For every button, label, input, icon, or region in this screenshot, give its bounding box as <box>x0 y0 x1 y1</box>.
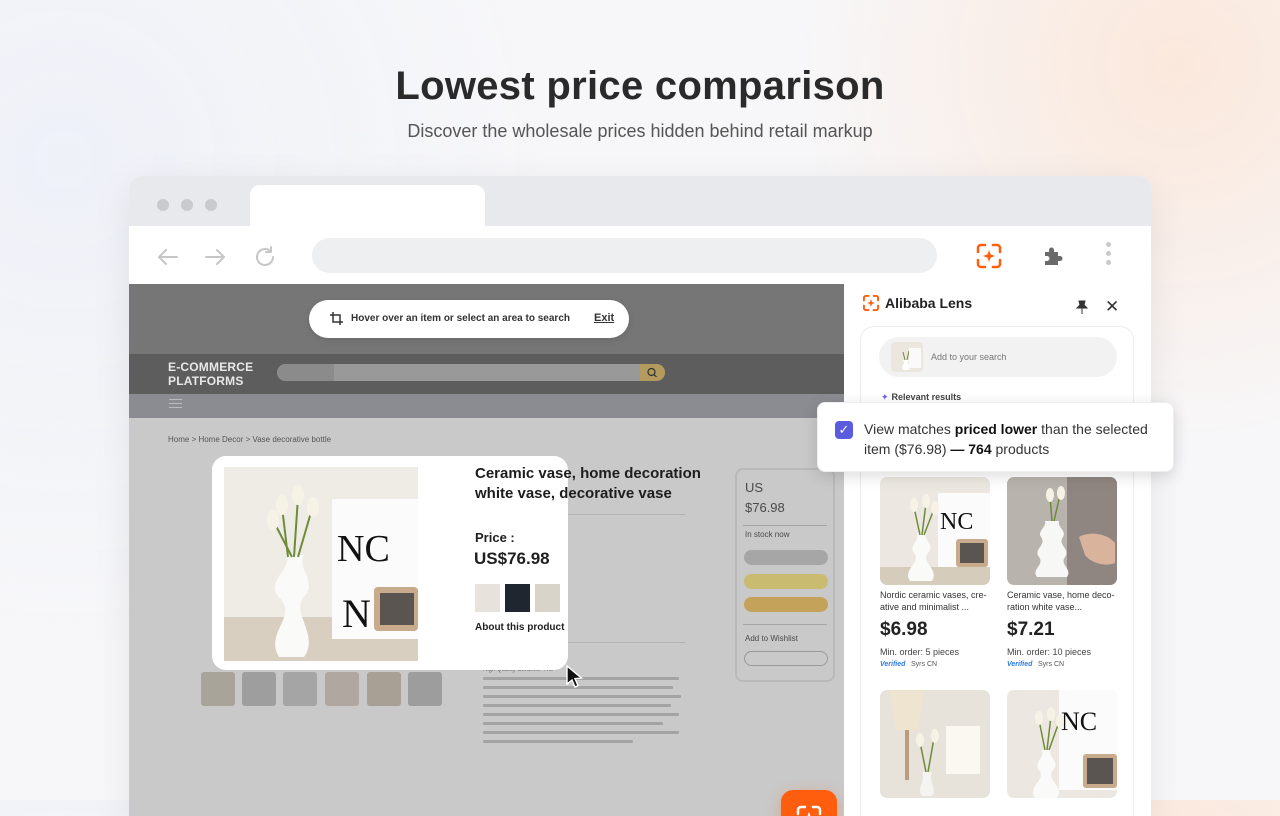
product-price: $6.98 <box>880 619 928 640</box>
wishlist-button[interactable] <box>744 651 828 666</box>
buy-box-button[interactable] <box>744 550 828 565</box>
selected-variant-thumb[interactable] <box>535 584 560 612</box>
product-image <box>1007 477 1117 585</box>
site-header: E-COMMERCE PLATFORMS <box>129 354 844 394</box>
thumbnail[interactable] <box>283 672 317 706</box>
about-product-heading: About this product <box>475 622 565 633</box>
address-bar[interactable] <box>312 238 937 273</box>
browser-window: Hover over an item or select an area to … <box>129 176 1151 816</box>
product-price: $7.21 <box>1007 619 1055 640</box>
svg-text:NC: NC <box>337 528 390 570</box>
reload-icon[interactable] <box>252 244 278 270</box>
filter-suffix: products <box>991 441 1050 457</box>
alibaba-lens-icon[interactable] <box>975 242 1003 275</box>
filter-emphasis: priced lower <box>954 421 1038 437</box>
relevant-results-label: Relevant results <box>891 392 962 402</box>
divider <box>743 624 827 625</box>
browser-toolbar <box>129 226 1151 284</box>
product-image: NC <box>880 477 990 585</box>
selection-corner <box>212 456 231 475</box>
hamburger-icon[interactable] <box>169 399 182 411</box>
site-nav-bar <box>129 394 844 418</box>
thumbnail[interactable] <box>408 672 442 706</box>
selected-variant-thumb[interactable] <box>475 584 500 612</box>
puzzle-icon[interactable] <box>1041 244 1065 273</box>
checkbox-checked-icon[interactable]: ✓ <box>835 421 853 439</box>
crop-icon <box>329 311 345 332</box>
panel-title: Alibaba Lens <box>885 295 973 311</box>
product-name: Ceramic vase, home deco-ration white vas… <box>1007 590 1115 612</box>
selected-product-image: NC N <box>224 467 418 661</box>
mouse-cursor-icon <box>565 664 585 695</box>
selected-item-card[interactable]: NC N Price : US$76.98 About this product <box>212 456 568 670</box>
hover-instruction-text: Hover over an item or select an area to … <box>351 313 570 324</box>
selected-price-label: Price : <box>475 530 515 545</box>
window-maximize-dot[interactable] <box>205 199 217 211</box>
pin-icon[interactable] <box>1075 300 1089 319</box>
breadcrumb[interactable]: Home > Home Decor > Vase decorative bott… <box>168 435 331 444</box>
stock-status: In stock now <box>745 530 790 539</box>
product-name: Nordic ceramic vases, cre-ative and mini… <box>880 590 987 612</box>
selected-product-title: Ceramic vase, home decoration white vase… <box>475 465 568 502</box>
sparkle-icon: ✦ <box>881 392 889 402</box>
filter-count: 764 <box>968 441 992 457</box>
filter-dash: — <box>950 441 969 457</box>
add-to-search-input[interactable]: Add to your search <box>879 337 1117 377</box>
buy-box-price: $76.98 <box>745 500 785 515</box>
price-filter-popover[interactable]: ✓ View matches priced lower than the sel… <box>817 402 1174 472</box>
alibaba-lens-logo-icon <box>862 294 880 317</box>
svg-text:NC: NC <box>1061 707 1097 736</box>
webpage-content: Hover over an item or select an area to … <box>129 284 844 816</box>
thumbnail[interactable] <box>242 672 276 706</box>
buy-box: US $76.98 In stock now Add to Wishlist <box>735 468 835 682</box>
site-logo[interactable]: E-COMMERCE PLATFORMS <box>168 360 253 388</box>
add-to-search-placeholder: Add to your search <box>931 352 1007 362</box>
kebab-menu-icon[interactable] <box>1105 242 1113 269</box>
add-to-wishlist-label[interactable]: Add to Wishlist <box>745 634 798 643</box>
product-image: NC <box>1007 690 1117 798</box>
verified-badge: Verified <box>880 661 906 668</box>
supplier-name[interactable]: Syrs CN <box>911 661 937 668</box>
hover-instruction-bar: Hover over an item or select an area to … <box>309 300 629 338</box>
product-image <box>880 690 990 798</box>
site-logo-line1: E-COMMERCE <box>168 360 254 374</box>
site-search-category[interactable] <box>277 364 334 381</box>
back-arrow-icon[interactable] <box>155 244 181 270</box>
filter-prefix: View matches <box>864 421 955 437</box>
verified-badge: Verified <box>1007 661 1033 668</box>
buy-now-button[interactable] <box>744 597 828 612</box>
buy-box-currency: US <box>745 480 764 495</box>
site-search-button[interactable] <box>640 364 665 381</box>
lens-floating-button[interactable] <box>781 790 837 816</box>
selected-variant-thumb[interactable] <box>505 584 530 612</box>
window-close-dot[interactable] <box>157 199 169 211</box>
supplier-name[interactable]: Syrs CN <box>1038 661 1064 668</box>
close-icon[interactable]: ✕ <box>1105 297 1119 317</box>
add-to-cart-button[interactable] <box>744 574 828 589</box>
site-search-bar[interactable] <box>277 364 665 381</box>
thumbnail[interactable] <box>367 672 401 706</box>
thumbnail[interactable] <box>325 672 359 706</box>
svg-text:N: N <box>342 591 371 636</box>
active-tab[interactable] <box>250 185 485 226</box>
site-logo-line2: PLATFORMS <box>168 374 244 388</box>
product-min-order: Min. order: 10 pieces <box>1007 647 1092 657</box>
exit-link[interactable]: Exit <box>594 312 614 324</box>
thumbnail[interactable] <box>201 672 235 706</box>
hero-subtitle: Discover the wholesale prices hidden beh… <box>407 121 873 141</box>
alibaba-lens-panel: Alibaba Lens ✕ Add to your search ✦ Relev… <box>844 284 1151 816</box>
hero-title: Lowest price comparison <box>395 64 885 108</box>
search-image-thumbnail <box>891 342 923 372</box>
tab-bar <box>129 176 1151 226</box>
window-minimize-dot[interactable] <box>181 199 193 211</box>
svg-text:NC: NC <box>940 509 973 535</box>
product-min-order: Min. order: 5 pieces <box>880 647 960 657</box>
selected-price: US$76.98 <box>474 549 550 568</box>
forward-arrow-icon[interactable] <box>202 244 228 270</box>
divider <box>743 525 827 526</box>
price-filter-text: View matches priced lower than the selec… <box>864 419 1164 459</box>
